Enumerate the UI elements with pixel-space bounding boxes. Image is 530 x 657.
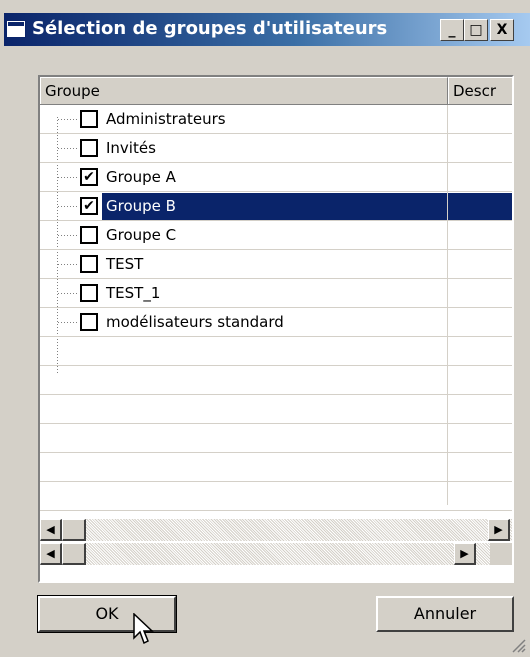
ok-button[interactable]: OK	[37, 595, 177, 633]
tree-branch-line	[58, 119, 78, 120]
tree-row[interactable]: Groupe A	[40, 163, 512, 192]
horizontal-scrollbar-groupe[interactable]: ◀ ▶	[40, 543, 490, 565]
tree-row[interactable]: Groupe C	[40, 221, 512, 250]
horizontal-scrollbar-description[interactable]: ◀ ▶	[40, 519, 512, 541]
tree-branch-line	[58, 235, 78, 236]
minimize-button[interactable]: _	[440, 19, 464, 41]
group-label: Invités	[106, 139, 156, 157]
empty-row	[40, 395, 512, 424]
row-highlight	[102, 251, 447, 278]
column-header-groupe[interactable]: Groupe	[40, 77, 448, 104]
empty-row	[40, 482, 512, 511]
close-button[interactable]: X	[490, 19, 514, 41]
tree-row[interactable]: TEST	[40, 250, 512, 279]
empty-row	[40, 453, 512, 482]
group-checkbox[interactable]	[80, 110, 98, 128]
tree-row[interactable]: Administrateurs	[40, 105, 512, 134]
group-checkbox[interactable]	[80, 226, 98, 244]
scroll-right-button[interactable]: ▶	[454, 543, 476, 565]
window-icon	[6, 20, 26, 38]
group-checkbox[interactable]	[80, 313, 98, 331]
group-label: TEST	[106, 255, 144, 273]
tree-branch-line	[58, 206, 78, 207]
cancel-button[interactable]: Annuler	[376, 596, 514, 632]
dialog-window: Sélection de groupes d'utilisateurs _ □ …	[0, 0, 530, 657]
scroll-left-button[interactable]: ◀	[40, 543, 62, 565]
group-checkbox[interactable]	[80, 284, 98, 302]
tree-branch-line	[58, 177, 78, 178]
tree-row[interactable]: TEST_1	[40, 279, 512, 308]
group-label: Groupe C	[106, 226, 177, 244]
scroll-corner	[490, 543, 512, 565]
title-bar[interactable]: Sélection de groupes d'utilisateurs _ □ …	[4, 13, 530, 46]
group-checkbox[interactable]	[80, 168, 98, 186]
tree-branch-line	[58, 322, 78, 323]
tree-row[interactable]: Groupe B	[40, 192, 512, 221]
empty-row	[40, 424, 512, 453]
group-label: Administrateurs	[106, 110, 226, 128]
group-tree-list[interactable]: Groupe Descr Administrateurs Invités Group…	[38, 75, 514, 583]
group-label: Groupe B	[106, 197, 176, 215]
empty-row	[40, 337, 512, 366]
window-title: Sélection de groupes d'utilisateurs	[32, 18, 388, 39]
resize-grip-icon[interactable]	[510, 637, 526, 653]
tree-branch-line	[58, 148, 78, 149]
row-highlight-description	[448, 193, 512, 220]
tree-row[interactable]: Invités	[40, 134, 512, 163]
empty-row	[40, 366, 512, 395]
column-header-description[interactable]: Descr	[448, 77, 512, 104]
tree-row[interactable]: modélisateurs standard	[40, 308, 512, 337]
group-label: Groupe A	[106, 168, 176, 186]
group-checkbox[interactable]	[80, 197, 98, 215]
mouse-pointer-icon	[133, 613, 154, 645]
list-header: Groupe Descr	[40, 77, 512, 105]
scroll-right-button[interactable]: ▶	[488, 519, 510, 541]
tree-branch-line	[58, 264, 78, 265]
maximize-button[interactable]: □	[464, 19, 488, 41]
scroll-left-button[interactable]: ◀	[40, 519, 62, 541]
group-label: TEST_1	[106, 284, 161, 302]
scroll-thumb[interactable]	[62, 519, 86, 541]
tree-branch-line	[58, 293, 78, 294]
group-checkbox[interactable]	[80, 139, 98, 157]
scroll-thumb[interactable]	[62, 543, 86, 565]
group-checkbox[interactable]	[80, 255, 98, 273]
group-label: modélisateurs standard	[106, 313, 284, 331]
